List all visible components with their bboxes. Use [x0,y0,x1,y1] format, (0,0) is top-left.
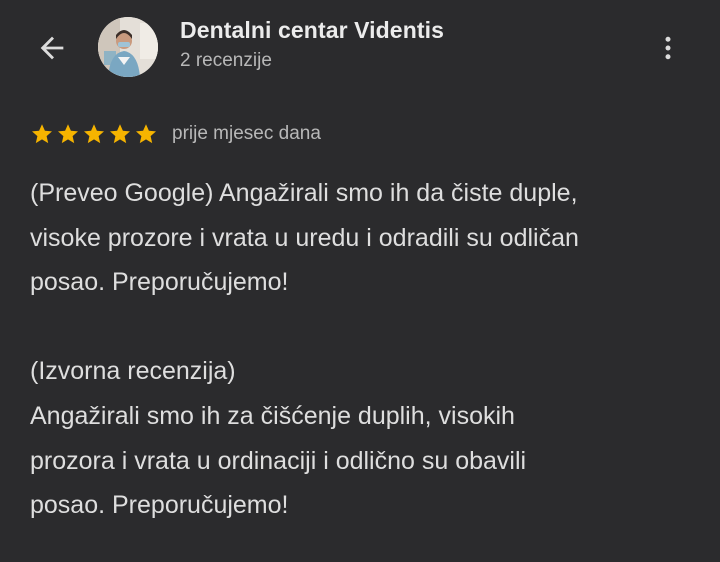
star-icon [84,124,104,144]
star-icon [110,124,130,144]
place-title: Dentalni centar Videntis [180,17,444,43]
arrow-back-icon [40,36,64,60]
review-meta: prije mjesec dana [30,120,321,148]
review-body: (Preveo Google) Angažirali smo ih da čis… [30,171,700,528]
review-date: prije mjesec dana [172,123,321,144]
back-button[interactable] [30,26,74,70]
avatar[interactable] [98,17,158,77]
more-vert-icon [665,36,671,60]
review-translated-text: (Preveo Google) Angažirali smo ih da čis… [30,179,579,297]
business-avatar-photo [98,17,158,77]
review-original-text: (Izvorna recenzija) Angažirali smo ih za… [30,357,527,520]
review-count: 2 recenzije [180,50,272,71]
star-rating [30,122,158,146]
app-header: Dentalni centar Videntis 2 recenzije [0,0,720,96]
star-icon [32,124,52,144]
more-options-button[interactable] [650,26,686,70]
star-icon [136,124,156,144]
star-icon [58,124,78,144]
